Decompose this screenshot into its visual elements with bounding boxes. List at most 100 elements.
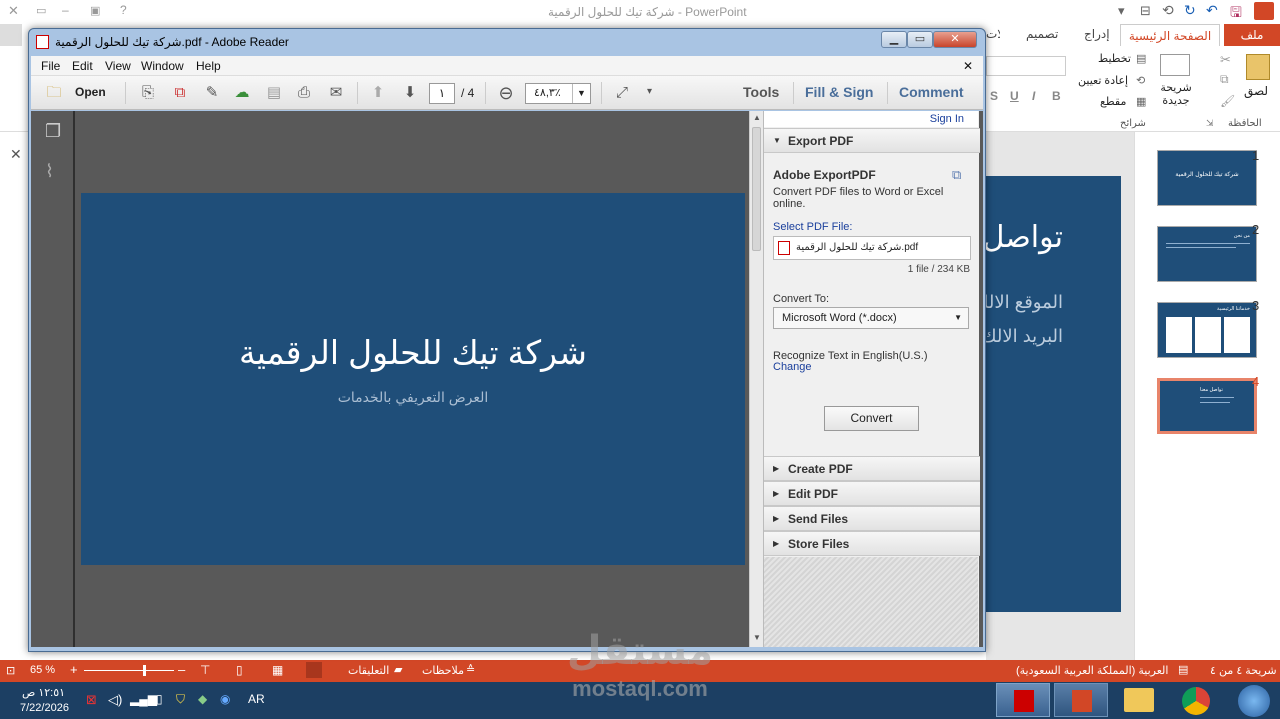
present-icon[interactable]: ⊟ — [1140, 3, 1151, 19]
start-from-beginning-icon[interactable]: ⟲ — [1162, 2, 1174, 19]
sign-in-link[interactable]: Sign In — [930, 113, 964, 125]
tab-insert[interactable]: إدراج — [1084, 27, 1110, 41]
close-document-icon[interactable]: ✕ — [963, 59, 973, 73]
close-button[interactable]: ✕ — [933, 31, 977, 48]
scrollbar-thumb[interactable] — [752, 127, 761, 251]
zoom-out-icon[interactable]: – — [178, 662, 185, 677]
menu-edit[interactable]: Edit — [72, 59, 93, 73]
tools-tab[interactable]: Tools — [743, 84, 779, 100]
network-error-icon[interactable]: ⊠ — [86, 692, 97, 708]
normal-view-icon[interactable] — [306, 662, 322, 678]
format-select[interactable]: Microsoft Word (*.docx) ▼ — [773, 307, 969, 329]
slide-thumbnail-selected[interactable]: تواصل معنا — [1157, 378, 1257, 434]
email-icon[interactable]: ✉ — [325, 83, 347, 103]
help-icon[interactable]: ? — [120, 3, 127, 17]
menu-view[interactable]: View — [105, 59, 131, 73]
page-number-input[interactable]: ١ — [429, 83, 455, 104]
section-button[interactable]: مقطع — [1100, 95, 1126, 108]
zoom-dropdown-icon[interactable]: ▼ — [572, 84, 590, 103]
tray-app-icon[interactable]: ◆ — [198, 692, 207, 706]
next-page-icon[interactable]: ⬇ — [399, 83, 421, 103]
reader-titlebar[interactable]: شركة تيك للحلول الرقمية.pdf - Adobe Read… — [29, 29, 985, 55]
attachments-paperclip-icon[interactable]: ⌇ — [45, 161, 54, 182]
current-slide[interactable]: تواصل الموقع الالك البريد الالك — [974, 176, 1121, 612]
copy-icon[interactable]: ⧉ — [1220, 72, 1229, 87]
tab-home[interactable]: الصفحة الرئيسية — [1120, 24, 1220, 46]
tray-update-icon[interactable]: ◉ — [220, 692, 230, 706]
volume-icon[interactable]: ◁) — [108, 692, 122, 708]
convert-button[interactable]: Convert — [824, 406, 919, 431]
edit-pdf-header[interactable]: ▶ Edit PDF — [764, 481, 980, 506]
chrome-icon[interactable] — [1182, 687, 1210, 715]
zoom-out-icon[interactable]: ⊖ — [495, 83, 517, 103]
scroll-up-icon[interactable]: ▲ — [753, 113, 761, 122]
file-explorer-icon[interactable] — [1124, 688, 1154, 712]
zoom-slider-track[interactable] — [84, 670, 174, 671]
minimize-icon[interactable]: – — [62, 3, 69, 17]
maximize-button[interactable]: ▭ — [907, 31, 933, 48]
fill-sign-tab[interactable]: Fill & Sign — [805, 84, 873, 100]
taskbar-powerpoint[interactable] — [1054, 683, 1108, 717]
layout-button[interactable]: تخطيط — [1098, 52, 1131, 65]
input-language[interactable]: AR — [248, 692, 265, 706]
slide-thumbnail[interactable]: شركة تيك للحلول الرقمية — [1157, 150, 1257, 206]
tab-transitions[interactable]: انتقالات — [986, 27, 1000, 41]
store-files-header[interactable]: ▶ Store Files — [764, 531, 980, 556]
upload-cloud-icon[interactable]: ☁ — [231, 83, 253, 103]
zoom-slider-thumb[interactable] — [143, 665, 146, 676]
strikethrough-button[interactable]: S — [990, 89, 998, 103]
slide-sorter-icon[interactable]: ▦ — [272, 663, 283, 677]
ribbon-options-icon[interactable]: ▣ — [90, 4, 100, 17]
tab-design[interactable]: تصميم — [1026, 27, 1058, 41]
underline-button[interactable]: U — [1010, 89, 1019, 103]
vertical-scrollbar[interactable]: ▲ ▼ — [749, 111, 763, 647]
format-painter-icon[interactable]: 🖌 — [1220, 94, 1235, 108]
taskbar-adobe-reader[interactable] — [996, 683, 1050, 717]
zoom-level[interactable]: 65 % — [30, 664, 55, 676]
comments-button[interactable]: التعليقات — [348, 664, 389, 677]
edit-pdf-icon[interactable]: ✎ — [201, 83, 223, 103]
save-icon[interactable]: 🖫 — [1230, 2, 1242, 26]
font-size-box[interactable] — [986, 56, 1066, 76]
export-info-icon[interactable]: ⧉ — [952, 167, 961, 183]
spelling-icon[interactable]: ▤ — [1178, 663, 1188, 676]
toolbar-more-icon[interactable]: ▾ — [647, 86, 652, 97]
export-pdf-header[interactable]: ▼ Export PDF — [764, 128, 980, 153]
combine-files-icon[interactable]: ⧉ — [169, 83, 191, 103]
clock-date[interactable]: 7/22/2026 — [20, 702, 69, 714]
bold-button[interactable]: B — [1052, 89, 1061, 103]
cut-icon[interactable]: ✂ — [1220, 52, 1231, 68]
open-folder-icon[interactable]: 🗀 — [43, 83, 65, 103]
paste-icon[interactable] — [1246, 54, 1270, 80]
minimize-button[interactable]: ▁ — [881, 31, 907, 48]
account-avatar[interactable] — [0, 24, 22, 46]
zoom-in-icon[interactable]: + — [70, 662, 78, 677]
new-slide-icon[interactable] — [1160, 54, 1190, 76]
fullscreen-icon[interactable]: ⤢ — [611, 83, 633, 103]
send-files-header[interactable]: ▶ Send Files — [764, 506, 980, 531]
close-icon[interactable]: ✕ — [8, 3, 19, 19]
language-indicator[interactable]: العربية (المملكة العربية السعودية) — [1016, 664, 1168, 677]
menu-help[interactable]: Help — [196, 59, 221, 73]
document-view[interactable]: شركة تيك للحلول الرقمية العرض التعريفي ب… — [77, 111, 751, 647]
zoom-input[interactable]: ٤٨,٣٪ ▼ — [525, 83, 591, 104]
scroll-down-icon[interactable]: ▼ — [753, 633, 761, 642]
start-button[interactable] — [1238, 685, 1270, 717]
restore-icon[interactable]: ▭ — [36, 4, 46, 17]
selected-file-box[interactable]: شركة تيك للحلول الرقمية.pdf — [773, 236, 971, 260]
page-thumbnails-icon[interactable]: ❐ — [45, 121, 61, 142]
open-button[interactable]: Open — [75, 85, 106, 99]
redo-icon[interactable]: ↻ — [1184, 2, 1196, 19]
create-pdf-header[interactable]: ▶ Create PDF — [764, 456, 980, 481]
clock-time[interactable]: ١٢:٥١ ص — [22, 686, 65, 699]
previous-page-icon[interactable]: ⬆ — [367, 83, 389, 103]
slide-thumbnail[interactable]: خدماتنا الرئيسية — [1157, 302, 1257, 358]
comment-tab[interactable]: Comment — [899, 84, 964, 100]
undo-icon[interactable]: ↶ — [1206, 2, 1218, 19]
italic-button[interactable]: I — [1032, 89, 1035, 103]
security-shield-icon[interactable]: ⛉ — [176, 692, 185, 707]
notes-button[interactable]: ملاحظات — [422, 664, 464, 677]
battery-icon[interactable]: ▯ — [156, 692, 163, 706]
menu-window[interactable]: Window — [141, 59, 184, 73]
clipboard-launcher-icon[interactable]: ⇲ — [1206, 118, 1214, 129]
